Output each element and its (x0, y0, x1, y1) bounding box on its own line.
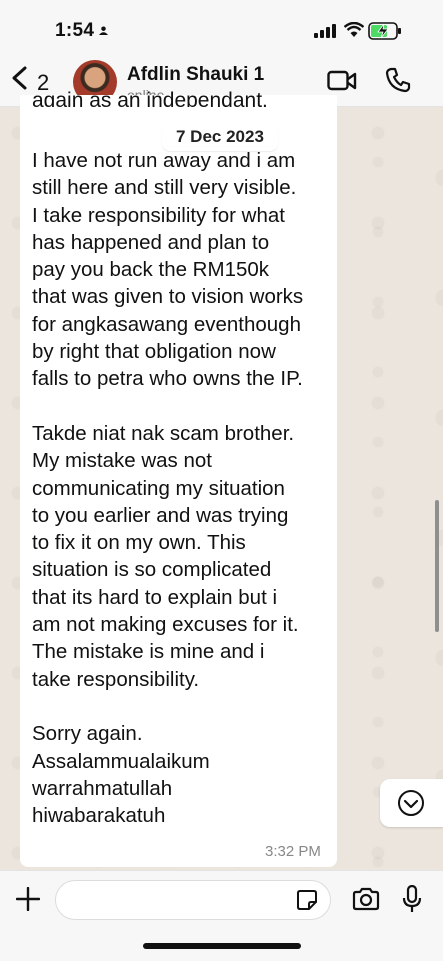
message-text: I have not run away and i am still here … (32, 149, 304, 828)
chevron-down-icon (398, 790, 424, 816)
status-bar: 1:54 (0, 0, 443, 54)
sticker-icon[interactable] (296, 889, 318, 911)
phone-icon[interactable] (385, 67, 411, 93)
incoming-message-bubble[interactable]: again as an independant. 7 Dec 2023 I ha… (20, 89, 337, 867)
wifi-icon (344, 22, 364, 37)
video-call-icon[interactable] (327, 69, 357, 93)
message-input[interactable] (55, 880, 331, 920)
plus-icon[interactable] (16, 887, 40, 911)
status-time: 1:54 (55, 20, 95, 41)
message-timestamp: 3:32 PM (265, 843, 321, 860)
person-icon (99, 26, 108, 35)
home-indicator (143, 943, 301, 949)
battery-charging-icon (368, 22, 401, 40)
contact-name[interactable]: Afdlin Shauki 1 (127, 64, 264, 86)
signal-icon (314, 24, 336, 38)
scroll-indicator[interactable] (435, 500, 439, 632)
camera-icon[interactable] (352, 887, 380, 911)
clipped-previous-text: again as an independant. (32, 89, 268, 107)
microphone-icon[interactable] (402, 885, 422, 913)
back-chevron-icon[interactable] (8, 64, 34, 92)
scroll-to-bottom-button[interactable] (380, 779, 443, 827)
